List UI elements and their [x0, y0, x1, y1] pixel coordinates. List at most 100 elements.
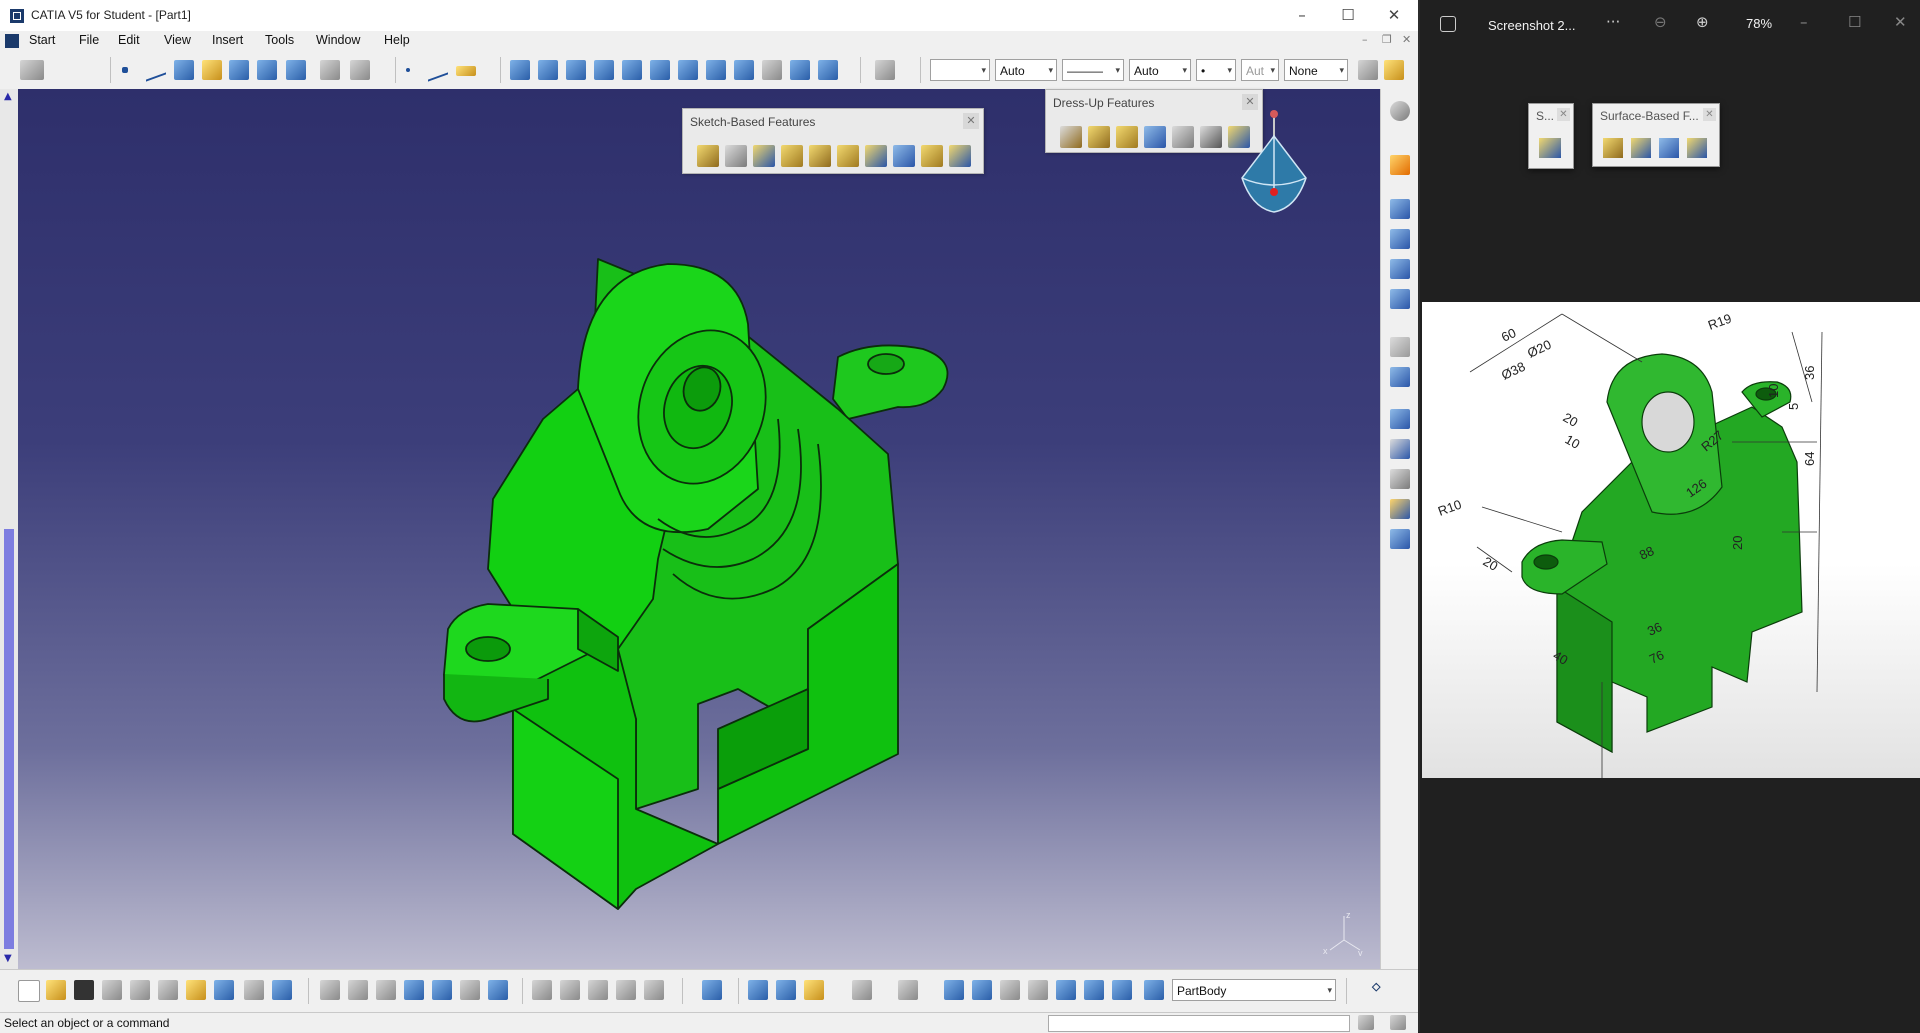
part-model[interactable]: [18, 89, 1380, 969]
zoom-in-icon[interactable]: ⊕: [1696, 13, 1709, 31]
partbody-icon[interactable]: [1144, 980, 1164, 1000]
shell-icon[interactable]: [1144, 126, 1166, 148]
list-icon[interactable]: [488, 980, 508, 1000]
command-input[interactable]: [1048, 1015, 1350, 1032]
constraint-bottom-icon[interactable]: [944, 980, 964, 1000]
powercopy-icon[interactable]: [616, 980, 636, 1000]
toolbar-close-icon[interactable]: ✕: [963, 113, 979, 129]
point-small-icon[interactable]: [406, 68, 410, 72]
compass-icon[interactable]: [1222, 108, 1312, 220]
pocket-icon[interactable]: [257, 60, 277, 80]
thickness-combo[interactable]: Auto ▾: [1129, 59, 1191, 81]
udf-icon[interactable]: [644, 980, 664, 1000]
open-icon[interactable]: [46, 980, 66, 1000]
fly-icon[interactable]: [510, 60, 530, 80]
hide-icon[interactable]: [1084, 980, 1104, 1000]
rotate-icon[interactable]: [594, 60, 614, 80]
sketch-analysis-icon[interactable]: [748, 980, 768, 1000]
cut-icon[interactable]: [130, 980, 150, 1000]
layer-short-combo[interactable]: Aut ▾: [1241, 59, 1279, 81]
tree-icon[interactable]: [432, 980, 452, 1000]
redo-icon[interactable]: [244, 980, 264, 1000]
measure-icon[interactable]: [1390, 469, 1410, 489]
measure-bottom-icon[interactable]: [972, 980, 992, 1000]
constraint-icon[interactable]: [350, 60, 370, 80]
paste-icon[interactable]: [186, 980, 206, 1000]
viewer-close-icon[interactable]: ✕: [1894, 13, 1907, 31]
graphic-properties-icon[interactable]: [1384, 60, 1404, 80]
chamfer-icon[interactable]: [1088, 126, 1110, 148]
more-options-icon[interactable]: ···: [1606, 13, 1620, 31]
capture-icon[interactable]: [852, 980, 872, 1000]
vertical-scrollbar[interactable]: ▲ ▼: [0, 89, 18, 969]
groove-icon[interactable]: [781, 145, 803, 167]
rib-icon[interactable]: [837, 145, 859, 167]
new-icon[interactable]: [18, 980, 40, 1002]
linetype-combo[interactable]: ——— ▾: [1062, 59, 1124, 81]
plane-icon[interactable]: [202, 60, 222, 80]
menu-help[interactable]: Help: [384, 33, 410, 47]
properties-painter-icon[interactable]: [1358, 60, 1378, 80]
transparency-combo[interactable]: Auto ▾: [995, 59, 1057, 81]
spline-icon[interactable]: [146, 62, 166, 82]
workplane-icon[interactable]: [1390, 367, 1410, 387]
normal-view-icon[interactable]: [678, 60, 698, 80]
print-icon[interactable]: [102, 980, 122, 1000]
table-icon[interactable]: [404, 980, 424, 1000]
check-icon[interactable]: [460, 980, 480, 1000]
transformation-icon[interactable]: [1390, 199, 1410, 219]
gear-icon[interactable]: [1390, 101, 1410, 121]
axis-system-icon[interactable]: [898, 980, 918, 1000]
instantiate-icon[interactable]: [560, 980, 580, 1000]
draft-icon[interactable]: [1116, 126, 1138, 148]
layer-combo[interactable]: None ▾: [1284, 59, 1348, 81]
apply-material-side-icon[interactable]: [1390, 499, 1410, 519]
power-input-icon[interactable]: [1390, 1015, 1406, 1030]
menu-file[interactable]: File: [79, 33, 99, 47]
loft-icon[interactable]: [921, 145, 943, 167]
menu-window[interactable]: Window: [316, 33, 360, 47]
zoom-in-icon[interactable]: [622, 60, 642, 80]
menu-start[interactable]: Start: [29, 33, 55, 47]
formula-icon[interactable]: [320, 980, 340, 1000]
fillet-icon[interactable]: [1060, 126, 1082, 148]
analysis-icon[interactable]: [1390, 529, 1410, 549]
iso-view-icon[interactable]: [734, 60, 754, 80]
stiffener-icon[interactable]: [893, 145, 915, 167]
annotation-icon[interactable]: [1390, 409, 1410, 429]
text-icon[interactable]: [1390, 439, 1410, 459]
scroll-down-icon[interactable]: ▼: [4, 953, 12, 964]
menu-insert[interactable]: Insert: [212, 33, 243, 47]
copy-icon[interactable]: [158, 980, 178, 1000]
axis-bottom-icon[interactable]: [1000, 980, 1020, 1000]
sketch-icon[interactable]: [1390, 337, 1410, 357]
doc-close-icon[interactable]: ✕: [1402, 33, 1411, 46]
scroll-up-icon[interactable]: ▲: [4, 91, 12, 102]
viewer-maximize-icon[interactable]: ☐: [1848, 13, 1861, 31]
color-combo[interactable]: ▾: [930, 59, 990, 81]
slot-icon[interactable]: [865, 145, 887, 167]
undo-icon[interactable]: [214, 980, 234, 1000]
thickness-icon[interactable]: [1172, 126, 1194, 148]
partbody-select[interactable]: PartBody ▾: [1172, 979, 1336, 1001]
pocket-icon[interactable]: [725, 145, 747, 167]
minimize-icon[interactable]: –: [1292, 5, 1312, 25]
maximize-icon[interactable]: ☐: [1338, 5, 1358, 25]
pan-icon[interactable]: [566, 60, 586, 80]
surface-icon[interactable]: [174, 60, 194, 80]
reuse-icon[interactable]: [588, 980, 608, 1000]
scroll-thumb[interactable]: [4, 529, 14, 949]
shaft-icon[interactable]: [286, 60, 306, 80]
stop-icon[interactable]: [1358, 1015, 1374, 1030]
zoom-out-icon[interactable]: ⊖: [1654, 13, 1667, 31]
hide-show-icon[interactable]: [790, 60, 810, 80]
grid-icon[interactable]: [320, 60, 340, 80]
body-icon[interactable]: [804, 980, 824, 1000]
menu-tools[interactable]: Tools: [265, 33, 294, 47]
catalog-icon[interactable]: [532, 980, 552, 1000]
doc-minimize-icon[interactable]: –: [1362, 33, 1368, 46]
pattern-icon[interactable]: [1390, 259, 1410, 279]
update-icon[interactable]: [702, 980, 722, 1000]
multi-view-icon[interactable]: [706, 60, 726, 80]
select-icon[interactable]: [1390, 155, 1410, 175]
